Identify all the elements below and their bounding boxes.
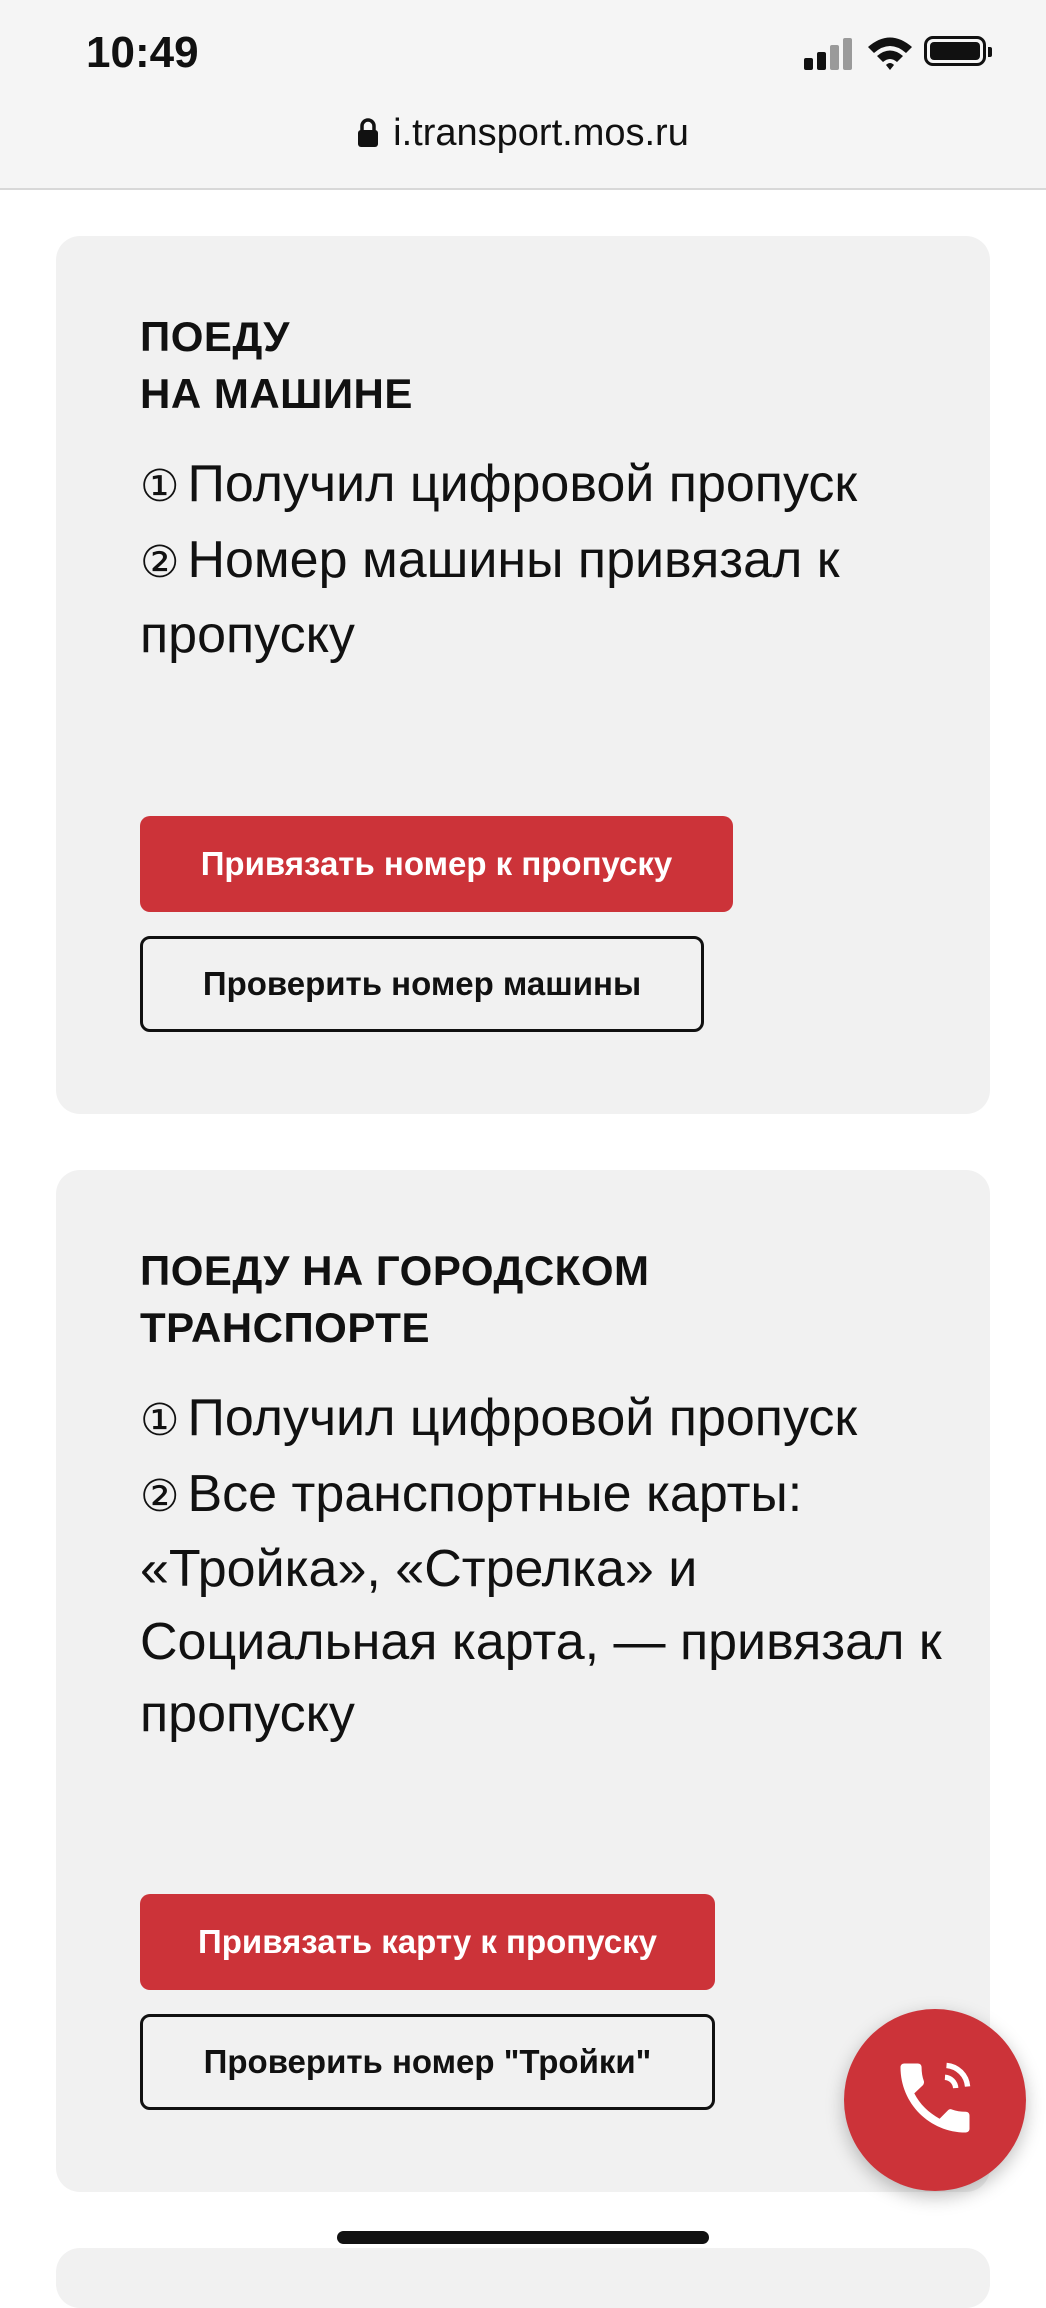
call-button[interactable] bbox=[844, 2009, 1026, 2191]
step-item: ② Номер машины привязал к пропуску bbox=[140, 524, 960, 672]
step-item: ② Все транспортные карты: «Тройка», «Стре… bbox=[140, 1458, 960, 1751]
step-item: ① Получил цифровой пропуск bbox=[140, 1382, 960, 1458]
step-text: Все транспортные карты: «Тройка», «Стрел… bbox=[140, 1464, 942, 1744]
step-number: ② bbox=[140, 537, 180, 587]
home-indicator bbox=[337, 2231, 709, 2244]
cellular-signal-icon bbox=[804, 38, 854, 70]
step-text: Получил цифровой пропуск bbox=[187, 455, 858, 513]
step-number: ① bbox=[140, 1396, 180, 1445]
battery-icon bbox=[924, 36, 992, 66]
link-card-button[interactable]: Привязать карту к пропуску bbox=[140, 1894, 715, 1990]
address-bar[interactable]: i.transport.mos.ru bbox=[0, 108, 1046, 158]
step-text: Номер машины привязал к пропуску bbox=[140, 530, 840, 665]
next-card bbox=[56, 2248, 990, 2308]
status-time: 10:49 bbox=[86, 28, 199, 77]
step-number: ① bbox=[140, 462, 180, 511]
link-car-number-button[interactable]: Привязать номер к пропуску bbox=[140, 816, 733, 912]
step-item: ① Получил цифровой пропуск bbox=[140, 448, 960, 524]
pass-card-car: ПОЕДУ НА МАШИНЕ ① Получил цифровой пропус… bbox=[56, 236, 990, 1114]
lock-icon bbox=[357, 118, 379, 148]
wifi-icon bbox=[866, 34, 914, 72]
steps-list: ① Получил цифровой пропуск ② Номер машины … bbox=[140, 448, 960, 672]
card-title: ПОЕДУ НА ГОРОДСКОМ ТРАНСПОРТЕ bbox=[140, 1247, 650, 1351]
steps-list: ① Получил цифровой пропуск ② Все транспорт… bbox=[140, 1382, 960, 1751]
phone-icon bbox=[889, 2052, 981, 2149]
check-troika-button[interactable]: Проверить номер "Тройки" bbox=[140, 2014, 715, 2110]
card-title: ПОЕДУ НА МАШИНЕ bbox=[140, 313, 413, 417]
check-car-number-button[interactable]: Проверить номер машины bbox=[140, 936, 704, 1032]
step-text: Получил цифровой пропуск bbox=[187, 1389, 858, 1447]
pass-card-transport: ПОЕДУ НА ГОРОДСКОМ ТРАНСПОРТЕ ① Получил ц… bbox=[56, 1170, 990, 2192]
step-number: ② bbox=[140, 1471, 180, 1521]
url-text: i.transport.mos.ru bbox=[393, 111, 689, 154]
browser-status-bar: 10:49 i.transport.mos.ru bbox=[0, 0, 1046, 190]
